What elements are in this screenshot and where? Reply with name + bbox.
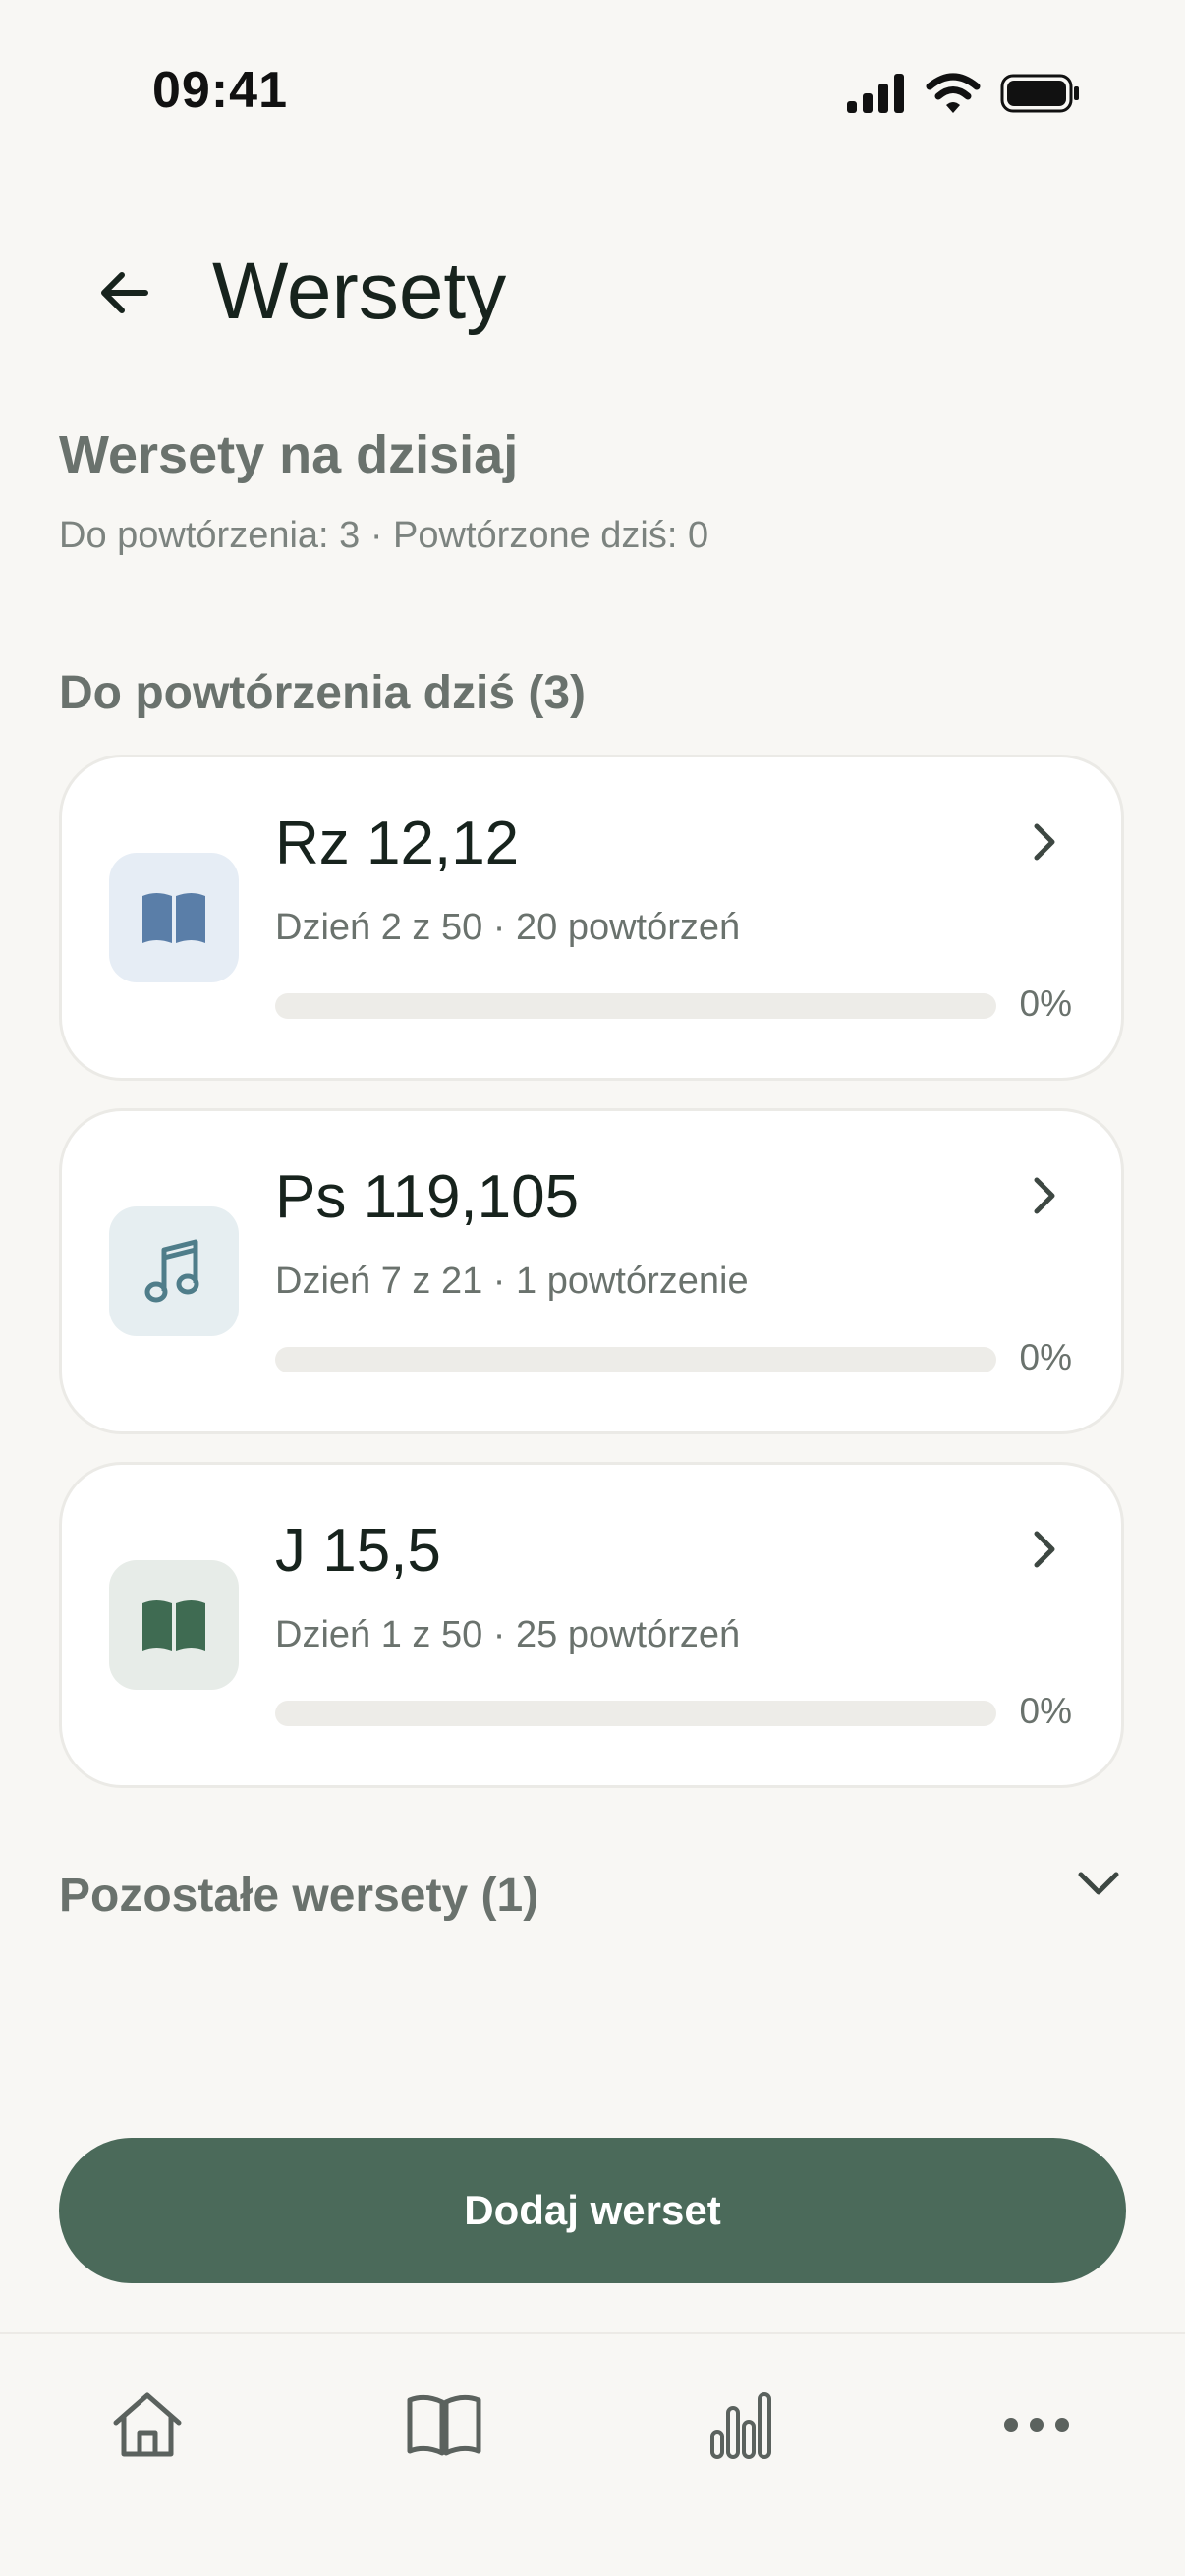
- arrow-left-icon: [101, 272, 148, 313]
- progress-bar: [275, 1347, 996, 1372]
- verse-ref: Ps 119,105: [275, 1163, 580, 1231]
- verse-ref: Rz 12,12: [275, 810, 520, 877]
- verse-icon-box: [109, 1560, 239, 1690]
- home-icon: [113, 2392, 182, 2457]
- today-title: Wersety na dzisiaj: [59, 425, 519, 484]
- progress-label: 0%: [1019, 1691, 1072, 1731]
- others-section-toggle[interactable]: Pozostałe wersety (1): [59, 1869, 538, 1923]
- book-open-icon: [142, 1600, 205, 1651]
- chevron-right-icon: [1034, 823, 1055, 861]
- verse-meta: Dzień 7 z 21 · 1 powtórzenie: [275, 1260, 749, 1302]
- book-open-icon: [142, 893, 205, 943]
- more-icon: [1004, 2418, 1069, 2432]
- nav-more[interactable]: [989, 2378, 1084, 2472]
- cellular-signal-icon: [847, 74, 904, 113]
- verse-ref: J 15,5: [275, 1517, 441, 1585]
- page-title: Wersety: [212, 247, 507, 336]
- status-icons: [845, 73, 1081, 114]
- add-verse-button[interactable]: Dodaj werset: [59, 2138, 1126, 2283]
- due-section-title: Do powtórzenia dziś (3): [59, 667, 587, 719]
- battery-icon: [1000, 74, 1079, 113]
- verse-meta: Dzień 2 z 50 · 20 powtórzeń: [275, 907, 741, 948]
- verse-card[interactable]: Ps 119,105 Dzień 7 z 21 · 1 powtórzenie …: [59, 1108, 1124, 1434]
- wifi-icon: [926, 73, 981, 113]
- progress-bar: [275, 993, 996, 1019]
- verse-card[interactable]: Rz 12,12 Dzień 2 z 50 · 20 powtórzeń 0%: [59, 755, 1124, 1081]
- music-note-icon: [144, 1239, 199, 1303]
- today-summary: Do powtórzenia: 3 · Powtórzone dziś: 0: [59, 515, 709, 556]
- nav-home[interactable]: [100, 2378, 195, 2472]
- chevron-right-icon: [1034, 1531, 1055, 1568]
- stats-icon: [710, 2392, 771, 2459]
- status-time: 09:41: [152, 62, 288, 119]
- chevron-right-icon: [1034, 1177, 1055, 1214]
- nav-verses[interactable]: [397, 2378, 491, 2472]
- progress-label: 0%: [1019, 1337, 1072, 1377]
- progress-label: 0%: [1019, 983, 1072, 1024]
- chevron-down-icon[interactable]: [1071, 1857, 1126, 1912]
- verse-icon-box: [109, 853, 239, 982]
- nav-stats[interactable]: [694, 2378, 788, 2472]
- back-button[interactable]: [88, 257, 159, 328]
- book-icon: [407, 2394, 481, 2456]
- verse-meta: Dzień 1 z 50 · 25 powtórzeń: [275, 1614, 741, 1655]
- verse-icon-box: [109, 1206, 239, 1336]
- progress-bar: [275, 1701, 996, 1726]
- bottom-nav: [0, 2332, 1185, 2576]
- verse-card[interactable]: J 15,5 Dzień 1 z 50 · 25 powtórzeń 0%: [59, 1462, 1124, 1788]
